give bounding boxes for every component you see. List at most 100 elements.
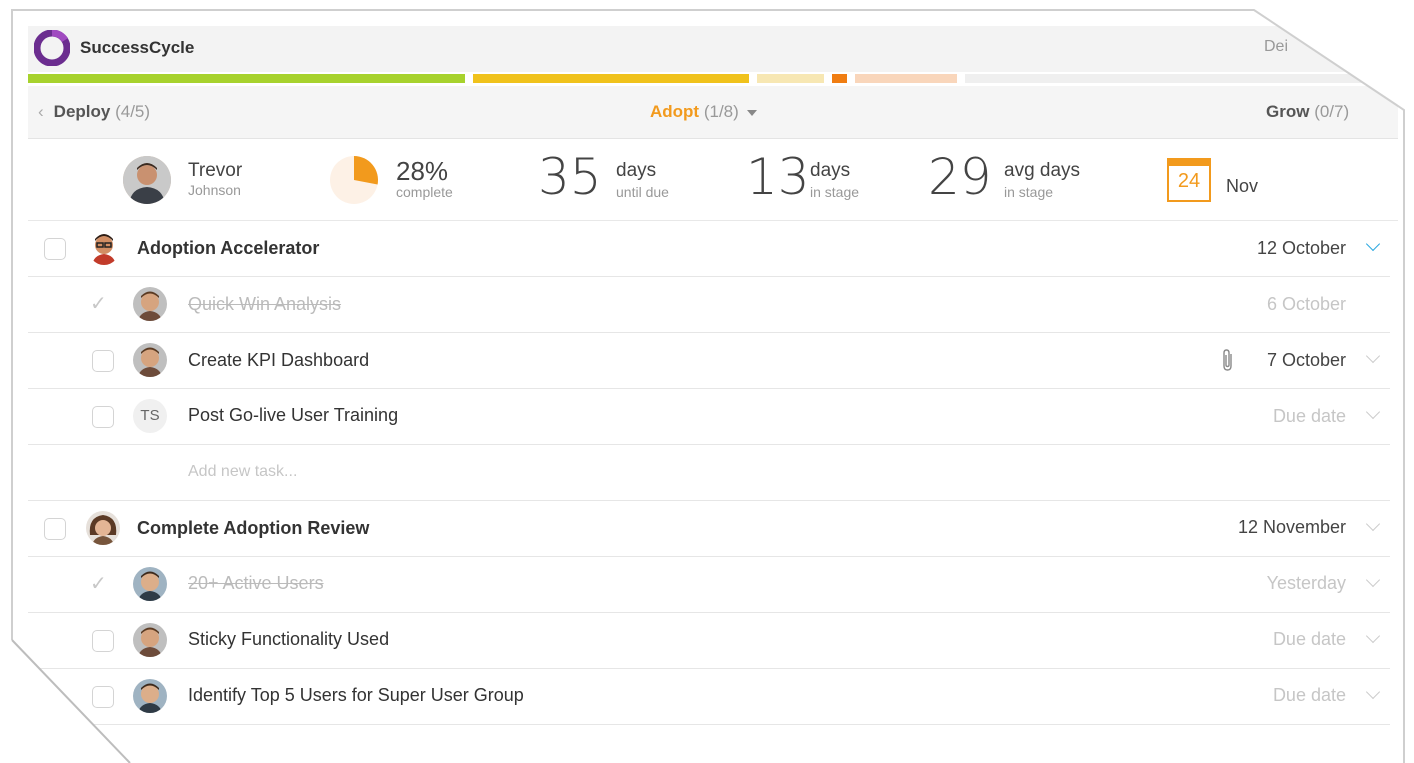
task-due-date[interactable]: 7 October [1267, 350, 1346, 371]
progress-segment [855, 74, 957, 83]
task-title[interactable]: Post Go-live User Training [188, 405, 398, 426]
avatar [133, 287, 167, 321]
task-due-date[interactable]: Due date [1273, 406, 1346, 427]
days-in-stage-label: in stage [810, 184, 860, 200]
header-right-text[interactable]: Dei [1264, 38, 1288, 56]
add-task-input[interactable]: Add new task... [188, 463, 297, 481]
stage-navigation: ‹ Deploy (4/5) Adopt (1/8) Grow (0/7) [28, 86, 1398, 139]
add-task-row[interactable]: Add new task... [28, 445, 1390, 501]
avatar [133, 623, 167, 657]
task-due-date[interactable]: Due date [1273, 629, 1346, 650]
completion-label: complete [396, 184, 453, 200]
progress-segment [28, 74, 465, 83]
next-stage-count: (0/7) [1314, 102, 1350, 121]
task-row[interactable]: Sticky Functionality Used Due date [28, 613, 1390, 669]
chevron-down-icon[interactable] [1365, 404, 1381, 420]
avg-days-value: 29 [928, 148, 992, 206]
assignee-initials[interactable]: TS [133, 399, 167, 433]
stats-row: Trevor Johnson 28% complete 35 days unti… [28, 140, 1398, 221]
chevron-down-icon[interactable] [1365, 348, 1381, 364]
progress-segment [757, 74, 824, 83]
group-checkbox[interactable] [44, 518, 66, 540]
calendar-day: 24 [1177, 170, 1201, 192]
app-title: SuccessCycle [80, 38, 195, 57]
avg-days-label: in stage [1004, 184, 1054, 200]
caret-down-icon [746, 109, 757, 116]
task-title[interactable]: Create KPI Dashboard [188, 350, 369, 371]
days-until-due-label: until due [616, 184, 669, 200]
successcycle-logo-icon [34, 30, 70, 66]
paperclip-icon[interactable] [1220, 348, 1236, 372]
group-checkbox[interactable] [44, 238, 66, 260]
completion-value: 28% [396, 156, 449, 186]
current-stage-name: Adopt [650, 102, 700, 121]
person-icon [133, 623, 167, 657]
avatar [133, 679, 167, 713]
chevron-down-icon[interactable] [1365, 628, 1381, 644]
group-due-date[interactable]: 12 November [1238, 517, 1346, 538]
task-title[interactable]: 20+ Active Users [188, 573, 324, 594]
task-row[interactable]: ✓ 20+ Active Users Yesterday [28, 557, 1390, 613]
chevron-left-icon: ‹ [38, 102, 44, 121]
stage-progress-bar [28, 74, 1398, 83]
task-row[interactable]: Identify Top 5 Users for Super User Grou… [28, 669, 1390, 725]
task-due-date[interactable]: Yesterday [1267, 573, 1346, 594]
task-row[interactable]: TS Post Go-live User Training Due date [28, 389, 1390, 445]
progress-segment [832, 74, 847, 83]
completion-stat: 28% complete [396, 158, 453, 200]
days-in-stage-unit: days [810, 160, 851, 181]
days-in-stage-value: 13 [746, 148, 810, 206]
task-title[interactable]: Identify Top 5 Users for Super User Grou… [188, 685, 524, 706]
avg-days-unit: avg days [1004, 160, 1081, 181]
current-stage-count: (1/8) [703, 102, 739, 121]
group-title[interactable]: Adoption Accelerator [137, 238, 319, 259]
completion-pie-slice [354, 156, 378, 185]
days-until-due-value: 35 [538, 148, 602, 206]
person-icon [133, 287, 167, 321]
app-window: SuccessCycle Dei ‹ Deploy (4/5) Adopt (1/… [12, 10, 1404, 763]
next-stage-button[interactable]: Grow (0/7) [1266, 102, 1349, 122]
owner-avatar[interactable] [123, 156, 171, 204]
task-checkbox[interactable] [92, 630, 114, 652]
person-icon [133, 343, 167, 377]
prev-stage-count: (4/5) [115, 102, 151, 121]
avatar [86, 511, 120, 545]
current-stage-dropdown[interactable]: Adopt (1/8) [650, 102, 757, 122]
progress-segment [473, 74, 749, 83]
task-row[interactable]: Create KPI Dashboard 7 October [28, 333, 1390, 389]
owner-name: Trevor Johnson [188, 160, 242, 198]
progress-segment [965, 74, 1376, 83]
owner-first-name: Trevor [188, 160, 243, 181]
chevron-down-icon[interactable] [1365, 236, 1381, 252]
task-checkbox[interactable] [92, 686, 114, 708]
task-checkbox[interactable] [92, 406, 114, 428]
person-icon [88, 231, 120, 265]
person-icon [123, 156, 171, 204]
due-calendar-icon[interactable]: 24 [1167, 158, 1211, 202]
days-until-due-unit: days [616, 160, 657, 181]
completion-pie-chart [330, 156, 378, 204]
app-header: SuccessCycle Dei [28, 26, 1398, 72]
avatar [88, 231, 120, 265]
task-checkbox[interactable] [92, 350, 114, 372]
task-row[interactable]: ✓ Quick Win Analysis 6 October [28, 277, 1390, 333]
task-due-date[interactable]: Due date [1273, 685, 1346, 706]
chevron-down-icon[interactable] [1365, 684, 1381, 700]
task-title[interactable]: Sticky Functionality Used [188, 629, 389, 650]
chevron-down-icon[interactable] [1365, 516, 1381, 532]
checkmark-icon[interactable]: ✓ [90, 571, 107, 596]
prev-stage-button[interactable]: ‹ Deploy (4/5) [38, 102, 150, 122]
checkmark-icon[interactable]: ✓ [90, 291, 107, 316]
owner-last-name: Johnson [188, 182, 241, 198]
task-title[interactable]: Quick Win Analysis [188, 294, 341, 315]
chevron-down-icon[interactable] [1365, 572, 1381, 588]
person-icon [133, 567, 167, 601]
group-title[interactable]: Complete Adoption Review [137, 518, 369, 539]
avatar [133, 343, 167, 377]
task-due-date[interactable]: 6 October [1267, 294, 1346, 315]
prev-stage-name: Deploy [53, 102, 111, 121]
task-group-row[interactable]: Adoption Accelerator 12 October [28, 221, 1390, 277]
task-group-row[interactable]: Complete Adoption Review 12 November [28, 501, 1390, 557]
calendar-month: Nov [1226, 176, 1259, 196]
group-due-date[interactable]: 12 October [1257, 238, 1346, 259]
